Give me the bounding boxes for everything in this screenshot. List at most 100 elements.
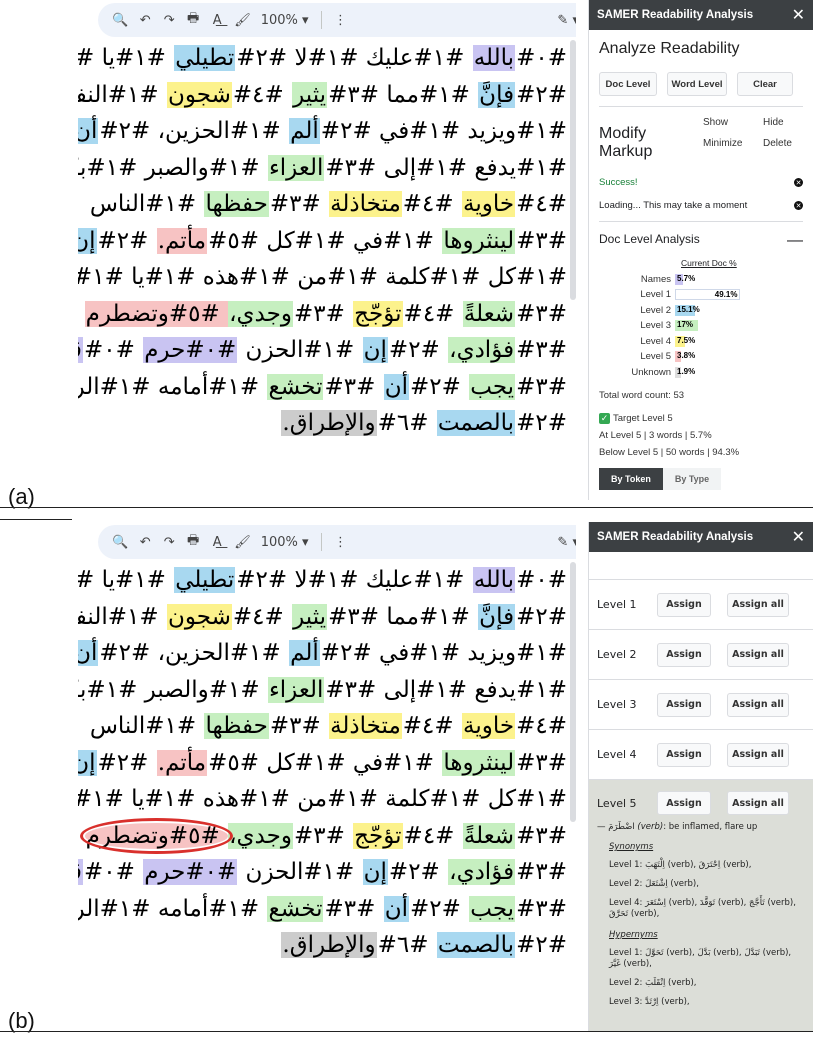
search-icon[interactable]: 🔍 — [112, 13, 128, 28]
word-token[interactable]: متخاذلة — [329, 713, 402, 739]
zoom-select[interactable]: 100% ▾ — [261, 535, 309, 550]
zoom-select[interactable]: 100% ▾ — [261, 13, 309, 28]
word-token[interactable]: يثير — [292, 603, 328, 630]
word-token[interactable]: تطيلي — [174, 567, 236, 593]
word-token[interactable]: #٣# — [323, 896, 383, 922]
word-token[interactable]: ألم — [289, 118, 320, 144]
word-token[interactable]: #٣# — [515, 750, 568, 776]
word-token[interactable]: لينثروها — [442, 749, 516, 776]
word-token[interactable]: #٤# — [402, 713, 462, 739]
word-token[interactable]: أن — [383, 373, 409, 400]
assign-all-button[interactable]: Assign all — [727, 791, 789, 815]
word-token[interactable]: #١#عليك #١#لا #٢# — [235, 45, 472, 71]
word-token[interactable]: #٣# — [515, 228, 568, 254]
word-token[interactable]: #٠#حرم — [143, 337, 238, 363]
word-token[interactable]: أن — [78, 118, 99, 144]
more-icon[interactable]: ⋮ — [334, 13, 348, 28]
word-token[interactable]: #١#عليك #١#لا #٢# — [235, 567, 472, 593]
word-token[interactable]: ألم — [289, 640, 320, 666]
word-token[interactable]: فؤادي، — [448, 337, 516, 363]
minimize-option[interactable]: Minimize — [703, 138, 763, 149]
word-token[interactable]: بالصمت — [436, 410, 516, 436]
close-icon[interactable]: ✕ — [792, 5, 805, 25]
word-token[interactable]: #١#مما #٣# — [327, 82, 478, 108]
word-token[interactable]: يجب — [469, 373, 516, 400]
word-token[interactable]: إن — [362, 337, 388, 363]
word-token[interactable]: #٣# — [515, 374, 568, 400]
assign-button[interactable]: Assign — [657, 692, 711, 717]
word-token[interactable]: والإطراق. — [281, 932, 377, 958]
word-token[interactable]: #٦# — [377, 410, 437, 436]
assign-all-button[interactable]: Assign all — [727, 742, 789, 767]
doc-level-button[interactable]: Doc Level — [599, 72, 657, 96]
word-level-button[interactable]: Word Level — [667, 72, 727, 96]
word-token[interactable]: فإنَّ — [478, 603, 516, 630]
word-token[interactable]: #١#كل #١#كلمة #١#من #١#هذه #١#يا #١#ليلي — [78, 786, 568, 812]
word-token[interactable]: بالصمت — [436, 932, 516, 958]
word-token[interactable]: #٢# — [515, 82, 568, 108]
arabic-text[interactable]: #٠#بالله #١#عليك #١#لا #٢#تطيلي #١#يا #١… — [78, 40, 568, 442]
assign-all-button[interactable]: Assign all — [727, 642, 789, 667]
more-icon[interactable]: ⋮ — [334, 535, 348, 550]
word-token[interactable]: #٠# — [515, 45, 568, 71]
assign-button[interactable]: Assign — [657, 791, 711, 815]
assign-button[interactable]: Assign — [657, 742, 711, 767]
paint-format-icon[interactable]: 🖌 — [234, 13, 251, 28]
tab-by-token[interactable]: By Token — [599, 468, 663, 490]
word-token[interactable]: #١#الحزين، #٢# — [98, 118, 289, 144]
assign-button[interactable]: Assign — [657, 592, 711, 617]
word-token[interactable]: #١#في #١#كل #٥# — [207, 228, 442, 254]
word-token[interactable]: #٠# — [83, 337, 143, 363]
edit-mode-select[interactable]: ✎ ▾ — [557, 535, 576, 550]
undo-icon[interactable]: ↶ — [138, 535, 152, 550]
word-token[interactable]: تؤجّج — [353, 300, 403, 327]
word-token[interactable]: متخاذلة — [329, 191, 402, 217]
spellcheck-icon[interactable]: A͟ — [210, 13, 224, 28]
word-token[interactable]: فإنَّ — [478, 81, 516, 108]
word-token[interactable]: #١#ويزيد #١#في #٢# — [320, 118, 568, 144]
word-token[interactable]: #١#في — [78, 823, 85, 849]
word-token[interactable]: خاوية — [462, 713, 516, 739]
scrollbar[interactable] — [570, 562, 576, 822]
tab-by-type[interactable]: By Type — [662, 468, 722, 490]
word-token[interactable]: #٤# — [232, 604, 292, 630]
word-token[interactable]: #١#والصبر #١#بكلمات — [78, 677, 268, 703]
dismiss-icon[interactable]: ✕ — [794, 178, 803, 187]
word-token[interactable]: شعلةً — [462, 822, 516, 849]
word-token[interactable]: شعلةً — [462, 300, 516, 327]
word-token[interactable]: #٣# — [515, 896, 568, 922]
word-token[interactable]: تؤجّج — [353, 822, 403, 849]
print-icon[interactable]: 🖶 — [186, 531, 200, 553]
word-token[interactable]: خاوية — [462, 191, 516, 217]
word-token[interactable]: تخشع — [267, 895, 324, 922]
delete-option[interactable]: Delete — [763, 138, 803, 149]
word-token[interactable]: فؤادي، — [448, 859, 516, 885]
undo-icon[interactable]: ↶ — [138, 13, 152, 28]
word-token[interactable]: إن — [78, 749, 97, 776]
synonym-item[interactable]: Level 2: اِشْتَعَلَ (verb), — [609, 879, 805, 890]
word-token[interactable]: شجون — [166, 603, 232, 630]
redo-icon[interactable]: ↷ — [162, 535, 176, 550]
word-token[interactable]: #١#في — [78, 301, 85, 327]
word-token[interactable]: #١#يا #١#ليلي — [78, 567, 174, 593]
word-token[interactable]: #٢# — [97, 750, 157, 776]
word-token[interactable]: #١#النفس، — [78, 604, 167, 630]
word-token[interactable]: #١#والصبر #١#بكلمات — [78, 155, 268, 181]
word-token[interactable]: #٢# — [515, 932, 568, 958]
close-icon[interactable]: ✕ — [792, 527, 805, 547]
word-token[interactable]: العزاء — [267, 154, 325, 181]
redo-icon[interactable]: ↷ — [162, 13, 176, 28]
checkbox-checked-icon[interactable]: ✓ — [599, 413, 610, 424]
word-token[interactable]: #١#الحزن — [237, 337, 362, 363]
word-token[interactable]: #٢# — [388, 859, 448, 885]
word-token[interactable]: #٤# — [402, 191, 462, 217]
word-token[interactable]: #٢# — [409, 374, 469, 400]
arabic-text[interactable]: #٠#بالله #١#عليك #١#لا #٢#تطيلي #١#يا #١… — [78, 562, 568, 964]
word-token[interactable]: #١#أمامه #١#الرءوس — [78, 896, 267, 922]
word-token[interactable]: #١#مما #٣# — [327, 604, 478, 630]
print-icon[interactable]: 🖶 — [186, 9, 200, 31]
synonym-item[interactable]: Level 1: اِلْتَهَبَ (verb), اِحْتَرَقَ (… — [609, 860, 805, 871]
word-token[interactable]: #٣# — [515, 823, 568, 849]
clear-button[interactable]: Clear — [737, 72, 793, 96]
word-token[interactable]: #٣# — [515, 859, 568, 885]
